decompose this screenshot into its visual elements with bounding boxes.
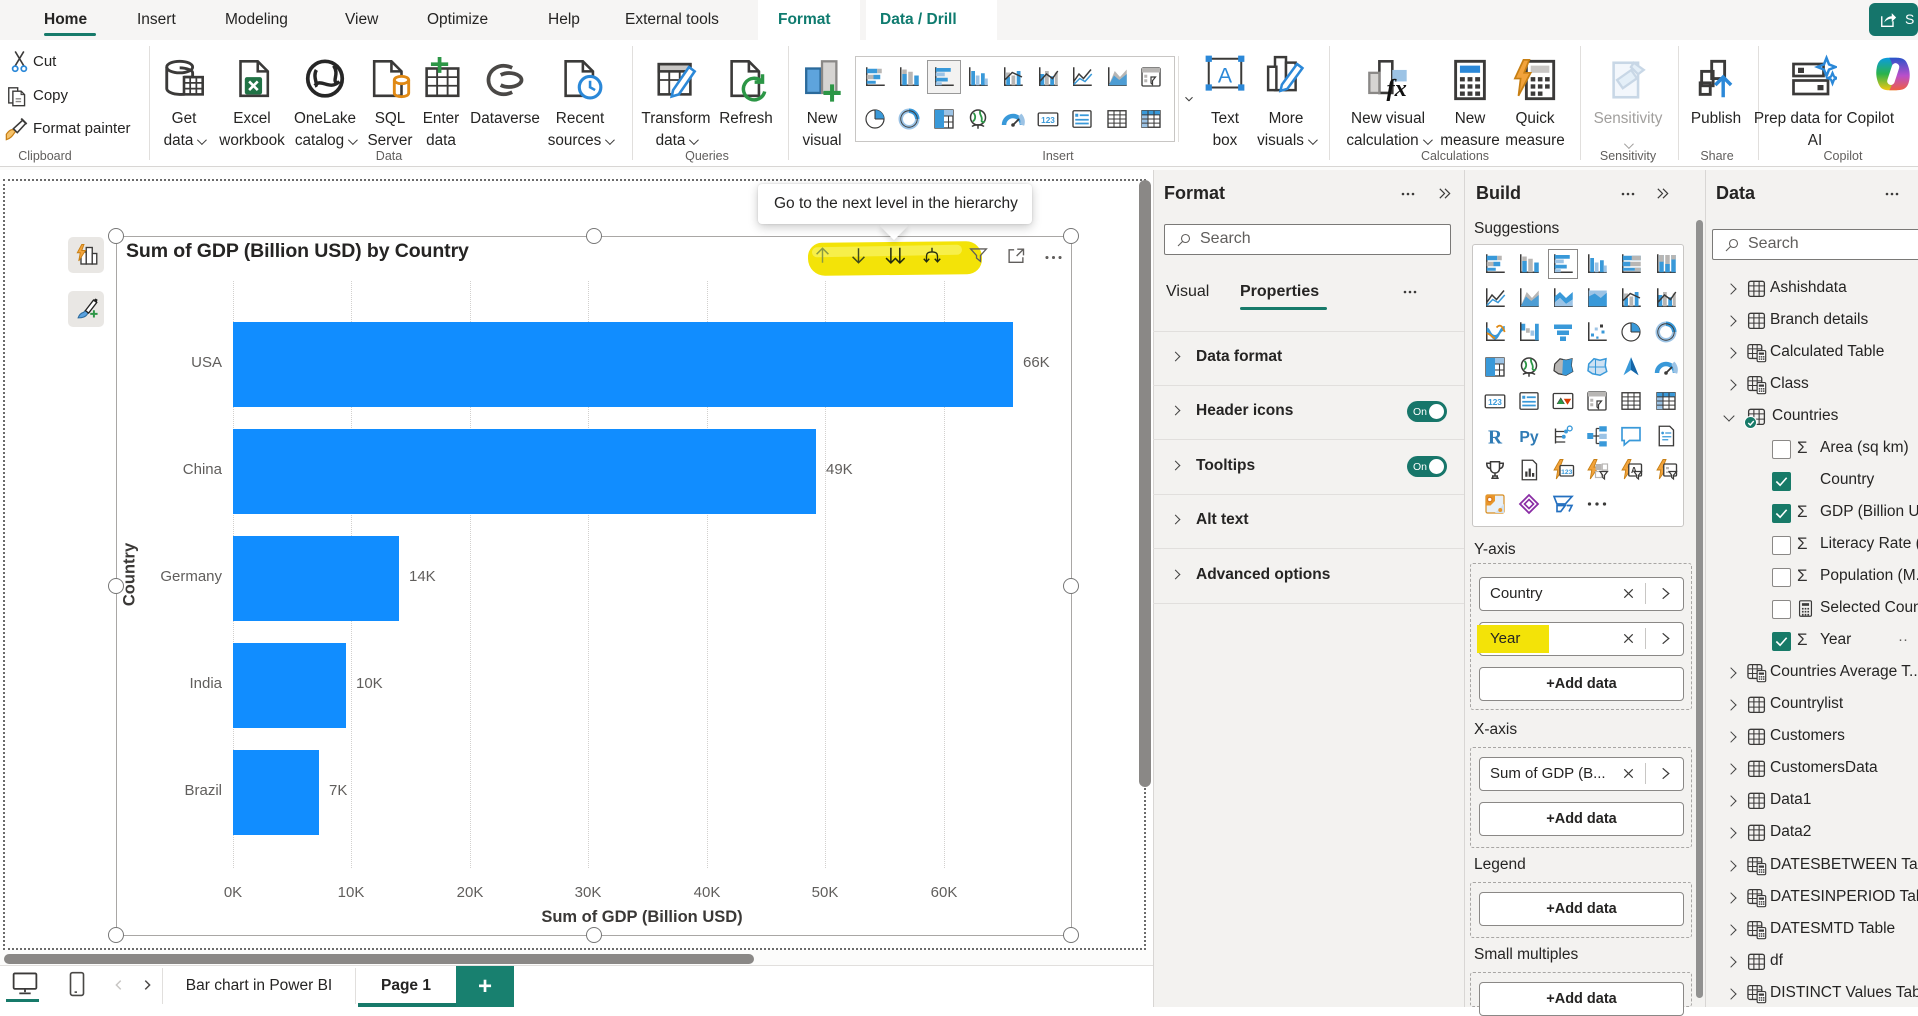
svg-text:Py: Py <box>1519 429 1539 446</box>
svg-text:fx: fx <box>1386 75 1406 102</box>
svg-text:123: 123 <box>1561 469 1573 476</box>
svg-text:R: R <box>1488 428 1503 449</box>
svg-text:A: A <box>1218 64 1233 88</box>
svg-text:123: 123 <box>1488 398 1502 407</box>
